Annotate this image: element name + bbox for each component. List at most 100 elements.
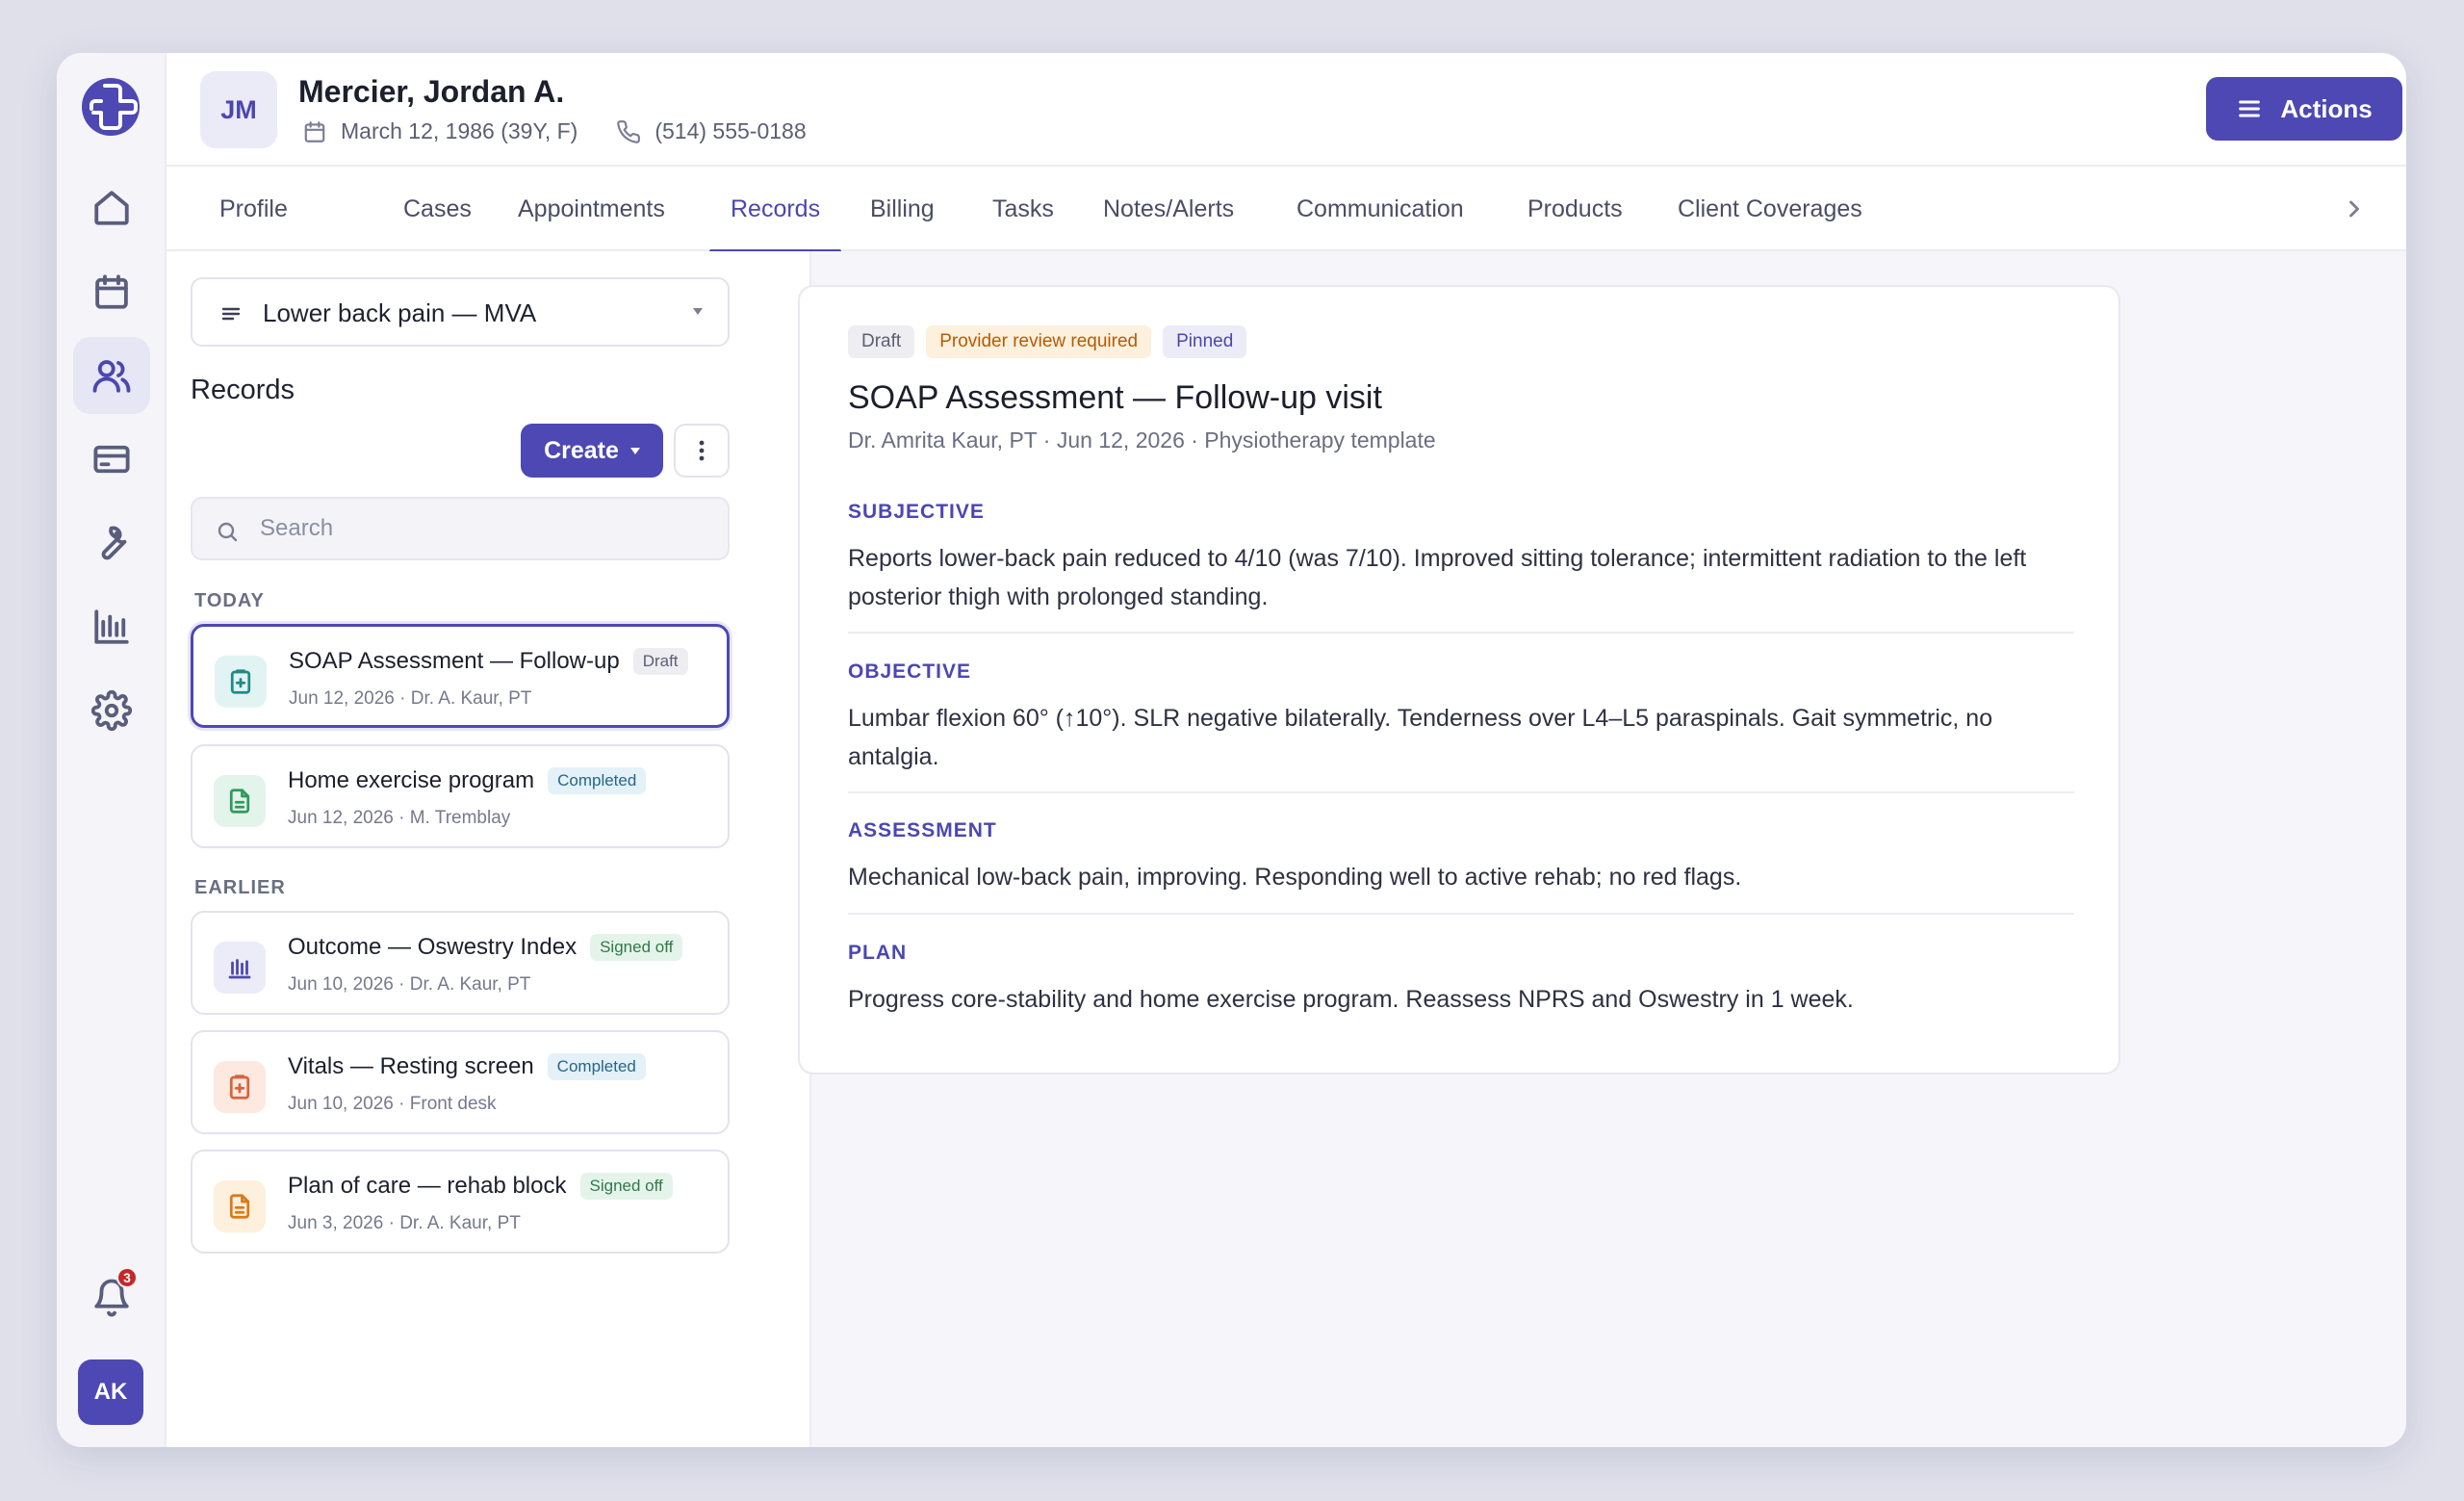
- records-search: [191, 497, 730, 560]
- document-icon: [214, 1180, 266, 1232]
- clinic-logo[interactable]: [80, 76, 141, 138]
- billing-nav-button[interactable]: [73, 421, 150, 498]
- calendar-icon: [304, 120, 325, 142]
- record-item[interactable]: Plan of care — rehab block Signed off Ju…: [191, 1150, 730, 1254]
- patient-dob-text: March 12, 1986 (39Y, F): [341, 118, 578, 143]
- credit-card-icon: [93, 445, 130, 474]
- pinned-badge: Pinned: [1163, 325, 1247, 358]
- record-item[interactable]: SOAP Assessment — Follow-up Draft Jun 12…: [191, 624, 730, 728]
- tabs-scroll-right-button[interactable]: [2341, 195, 2368, 222]
- record-title: Vitals — Resting screen: [288, 1053, 534, 1079]
- status-badge: Signed off: [579, 1173, 673, 1200]
- draft-badge: Draft: [848, 325, 915, 358]
- list-icon: [219, 302, 243, 325]
- record-title-row: Home exercise program Completed: [288, 767, 647, 794]
- section-subjective: SUBJECTIVE Reports lower-back pain reduc…: [848, 501, 2074, 616]
- section-plan: PLAN Progress core-stability and home ex…: [848, 942, 2074, 1019]
- tab-communication[interactable]: Communication: [1296, 167, 1464, 251]
- more-vertical-icon: [699, 440, 705, 461]
- record-title: Outcome — Oswestry Index: [288, 934, 578, 960]
- notification-count-badge: 3: [116, 1267, 138, 1288]
- patient-meta: March 12, 1986 (39Y, F) (514) 555-0188: [302, 118, 807, 144]
- record-title: Home exercise program: [288, 767, 535, 793]
- actions-button[interactable]: Actions: [2206, 77, 2402, 141]
- record-meta: Jun 12, 2026 · Dr. A. Kaur, PT: [289, 688, 532, 709]
- tab-records[interactable]: Records: [708, 167, 842, 253]
- section-divider: [848, 791, 2074, 793]
- record-meta: Jun 10, 2026 · Front desk: [288, 1094, 497, 1114]
- section-text: Mechanical low-back pain, improving. Res…: [848, 864, 1742, 891]
- status-badge: Completed: [548, 767, 647, 794]
- record-title: SOAP Assessment — Follow-up visit: [848, 379, 1382, 416]
- clipboard-plus-icon: [215, 656, 267, 708]
- create-record-button[interactable]: Create: [521, 424, 663, 478]
- section-objective: OBJECTIVE Lumbar flexion 60° (↑10°). SLR…: [848, 660, 2074, 776]
- section-label: OBJECTIVE: [848, 660, 972, 683]
- user-avatar[interactable]: AK: [78, 1359, 143, 1425]
- record-item[interactable]: Outcome — Oswestry Index Signed off Jun …: [191, 911, 730, 1015]
- menu-icon: [2239, 100, 2261, 117]
- patient-window: 3 AK JM Mercier, Jordan A. March 12, 198…: [57, 53, 2406, 1447]
- record-title-row: Outcome — Oswestry Index Signed off: [288, 934, 683, 961]
- tab-appointments[interactable]: Appointments: [518, 167, 665, 251]
- settings-nav-button[interactable]: [73, 672, 150, 749]
- search-input[interactable]: [260, 499, 712, 558]
- tab-billing[interactable]: Billing: [870, 167, 935, 251]
- patient-dob: March 12, 1986 (39Y, F): [302, 118, 578, 144]
- group-label-earlier: EARLIER: [194, 877, 286, 898]
- clipboard-plus-icon: [214, 1061, 266, 1113]
- gear-icon: [91, 690, 132, 731]
- status-badge: Signed off: [590, 934, 683, 961]
- tab-profile[interactable]: Profile: [219, 167, 288, 251]
- status-badge: Draft: [632, 648, 688, 675]
- users-icon: [92, 360, 131, 393]
- tab-notes-alerts[interactable]: Notes/Alerts: [1103, 167, 1234, 251]
- chevron-right-icon: [2349, 200, 2359, 218]
- home-nav-button[interactable]: [73, 169, 150, 246]
- tab-tasks[interactable]: Tasks: [992, 167, 1054, 251]
- section-text: Reports lower-back pain reduced to 4/10 …: [848, 545, 2027, 610]
- case-select[interactable]: Lower back pain — MVA: [191, 277, 730, 347]
- wrench-icon: [101, 526, 127, 560]
- tab-client-coverages[interactable]: Client Coverages: [1678, 167, 1862, 251]
- record-title: SOAP Assessment — Follow-up: [289, 648, 620, 674]
- group-label-today: TODAY: [194, 590, 265, 611]
- record-title-row: SOAP Assessment — Follow-up Draft: [289, 648, 688, 675]
- tools-nav-button[interactable]: [73, 505, 150, 582]
- record-title-row: Plan of care — rehab block Signed off: [288, 1173, 673, 1200]
- patients-nav-button[interactable]: [73, 337, 150, 414]
- calendar-icon: [95, 274, 128, 309]
- record-title-row: Vitals — Resting screen Completed: [288, 1053, 646, 1080]
- phone-icon: [617, 119, 641, 143]
- section-label: PLAN: [848, 942, 908, 964]
- patient-name: Mercier, Jordan A.: [298, 74, 565, 109]
- tab-products[interactable]: Products: [1527, 167, 1623, 251]
- section-text: Lumbar flexion 60° (↑10°). SLR negative …: [848, 705, 1993, 770]
- document-icon: [214, 775, 266, 827]
- patient-tabs: Profile Cases Appointments Records Billi…: [167, 167, 2406, 253]
- record-badges: Draft Provider review required Pinned: [848, 325, 1247, 358]
- records-panel: Lower back pain — MVA Records Create TOD…: [167, 251, 811, 1447]
- patient-phone-text: (514) 555-0188: [654, 118, 807, 143]
- more-options-button[interactable]: [674, 424, 730, 478]
- patient-phone: (514) 555-0188: [616, 118, 807, 144]
- bar-chart-icon: [214, 942, 266, 994]
- tab-cases[interactable]: Cases: [403, 167, 472, 251]
- record-meta: Jun 10, 2026 · Dr. A. Kaur, PT: [288, 974, 531, 995]
- record-item[interactable]: Vitals — Resting screen Completed Jun 10…: [191, 1030, 730, 1134]
- calendar-nav-button[interactable]: [73, 253, 150, 330]
- section-assessment: ASSESSMENT Mechanical low-back pain, imp…: [848, 819, 2074, 896]
- section-label: SUBJECTIVE: [848, 501, 985, 523]
- record-meta: Jun 12, 2026 · M. Tremblay: [288, 808, 511, 828]
- case-select-value: Lower back pain — MVA: [263, 298, 537, 327]
- patient-avatar: JM: [200, 71, 277, 148]
- section-divider: [848, 913, 2074, 915]
- status-badge: Completed: [547, 1053, 646, 1080]
- reports-nav-button[interactable]: [73, 588, 150, 665]
- notifications-button[interactable]: 3: [73, 1259, 150, 1336]
- record-meta: Jun 3, 2026 · Dr. A. Kaur, PT: [288, 1213, 521, 1233]
- bar-chart-icon: [94, 609, 129, 644]
- records-title: Records: [191, 375, 295, 405]
- home-icon: [94, 191, 129, 225]
- record-item[interactable]: Home exercise program Completed Jun 12, …: [191, 744, 730, 848]
